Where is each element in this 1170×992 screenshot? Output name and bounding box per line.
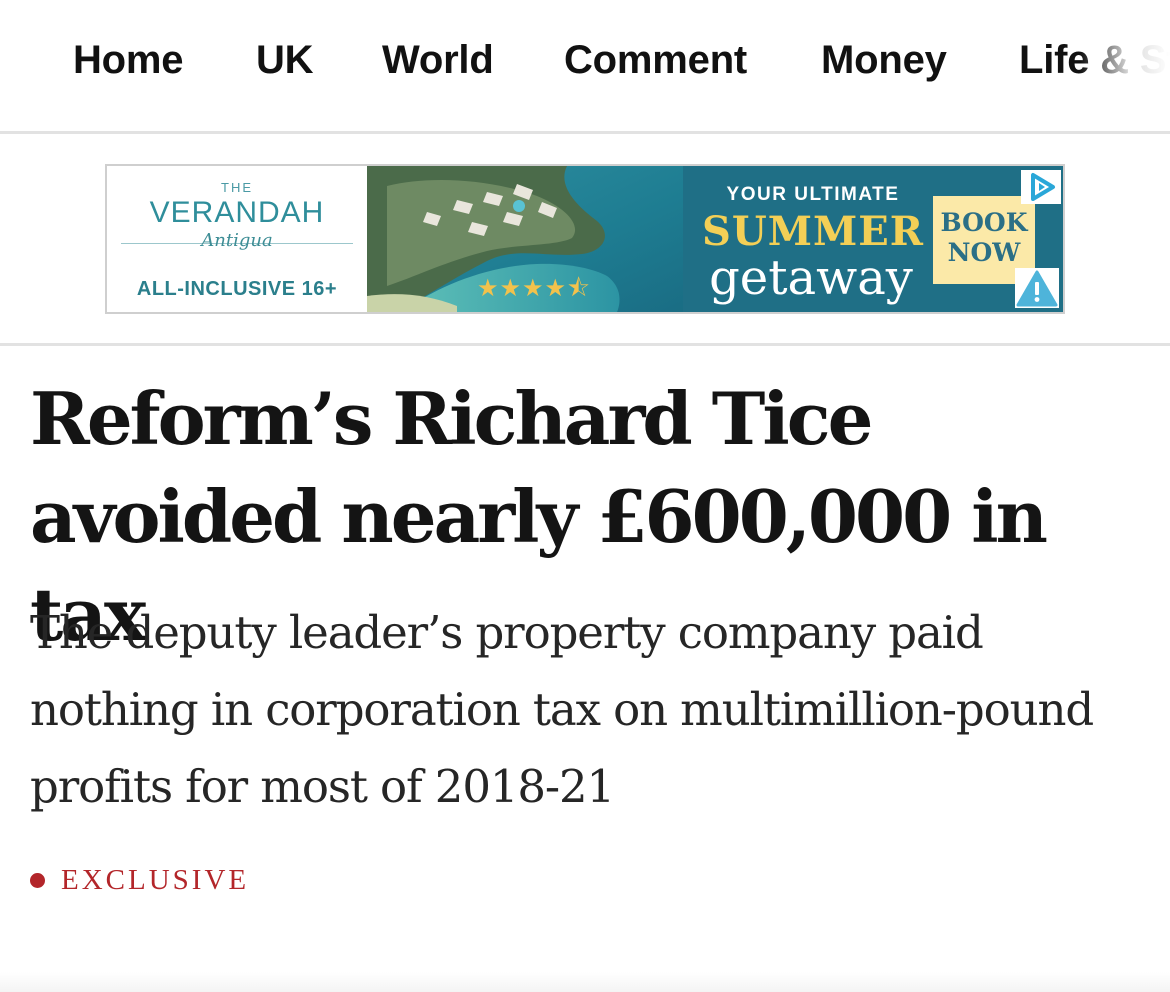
ad-promo-subtitle: getaway — [709, 250, 913, 306]
ad-slot: THE VERANDAH Antigua ALL-INCLUSIVE 16+ ★… — [0, 137, 1170, 346]
nav-item-comment[interactable]: Comment — [564, 38, 747, 83]
ad-promo-kicker: YOUR ULTIMATE — [726, 184, 900, 205]
article-tag: EXCLUSIVE — [30, 860, 249, 900]
ad-banner[interactable]: THE VERANDAH Antigua ALL-INCLUSIVE 16+ ★… — [105, 164, 1065, 314]
ad-book-label: BOOK — [940, 208, 1028, 237]
warning-icon[interactable] — [1015, 268, 1059, 308]
article-standfirst: The deputy leader’s property company pai… — [30, 606, 1094, 813]
ad-now-label: NOW — [947, 238, 1021, 267]
nav-item-world[interactable]: World — [382, 38, 494, 83]
exclusive-label: EXCLUSIVE — [61, 863, 250, 896]
ad-brand-location: Antigua — [201, 230, 273, 251]
ad-brand-tagline: ALL-INCLUSIVE 16+ — [136, 278, 338, 300]
ad-choices-icon[interactable] — [1021, 170, 1061, 204]
nav-item-life-style[interactable]: Life & St — [1019, 38, 1170, 83]
nav-item-money[interactable]: Money — [821, 38, 947, 83]
nav-item-uk[interactable]: UK — [256, 38, 314, 83]
ad-promo-title: SUMMER — [701, 208, 925, 255]
ad-star-rating: ★★★★⯪ — [477, 274, 591, 302]
ad-brand-panel: THE VERANDAH Antigua ALL-INCLUSIVE 16+ — [107, 166, 367, 312]
tag-dot-icon — [30, 872, 45, 888]
top-navigation: Home UK World Comment Money Life & St — [0, 0, 1170, 134]
ad-brand-name: VERANDAH — [149, 196, 325, 229]
nav-item-home[interactable]: Home — [73, 38, 184, 83]
ad-brand-the: THE — [221, 180, 253, 195]
page-bottom-edge — [0, 972, 1170, 992]
